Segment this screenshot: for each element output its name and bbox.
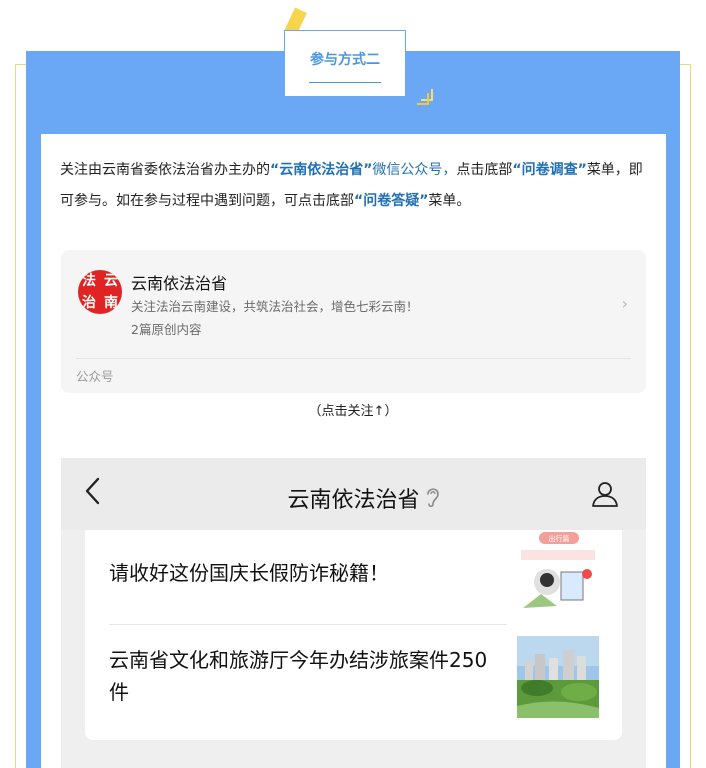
account-logo: 法 云 治 南 [78, 270, 122, 314]
corner-decoration [417, 93, 429, 105]
official-account-card[interactable]: 法 云 治 南 云南依法治省 关注法治云南建设，共筑法治社会，增色七彩云南！ 2… [61, 250, 646, 393]
intro-paragraph: 关注由云南省委依法治省办主办的“云南依法治省”微信公众号，点击底部“问卷调查” 菜… [60, 155, 650, 217]
logo-char: 南 [104, 295, 118, 311]
account-description: 关注法治云南建设，共筑法治社会，增色七彩云南！ [131, 299, 419, 314]
section-tab-label: 参与方式二 [310, 52, 380, 68]
follow-caption: （点击关注↑） [308, 404, 398, 419]
menu-faq-highlight: “问卷答疑” [354, 193, 429, 209]
phone-title: 云南依法治省 [287, 488, 420, 513]
intro-text-2: 微信公众号， [372, 162, 457, 178]
article-list: 请收好这份国庆长假防诈秘籍！ 出行篇 云南省文化和旅游厅今年办结涉旅案件250件 [85, 530, 622, 740]
section-tab: 参与方式二 [284, 30, 406, 97]
phone-header: 云南依法治省 [61, 458, 646, 530]
original-content-count: 2篇原创内容 [131, 322, 202, 337]
menu-survey-highlight: “问卷调查” [512, 162, 587, 178]
intro-text-5: 菜单。 [428, 193, 471, 209]
article-divider [109, 624, 507, 625]
logo-char: 法 [82, 273, 96, 289]
account-type-label: 公众号 [76, 369, 114, 384]
account-name: 云南依法治省 [131, 274, 228, 293]
account-name-highlight: “云南依法治省” [270, 162, 373, 178]
article-thumbnail-1[interactable]: 出行篇 [517, 530, 599, 612]
article-title-1[interactable]: 请收好这份国庆长假防诈秘籍！ [109, 557, 489, 589]
article-title-2[interactable]: 云南省文化和旅游厅今年办结涉旅案件250件 [109, 644, 489, 708]
intro-text-1: 关注由云南省委依法治省办主办的 [60, 162, 270, 178]
article-thumbnail-2[interactable] [517, 636, 599, 718]
intro-text-3: 点击底部 [456, 162, 513, 178]
logo-char: 治 [82, 295, 96, 311]
thumb-label: 出行篇 [549, 534, 570, 543]
section-tab-underline [309, 82, 381, 83]
chevron-right-icon: › [621, 294, 628, 313]
ear-icon[interactable] [425, 485, 441, 514]
phone-screenshot: 云南依法治省 请收好这份国庆长假防诈秘籍！ 出行篇 云南省文化和旅游厅今年办结涉… [61, 458, 646, 768]
card-divider [76, 358, 631, 359]
logo-char: 云 [104, 273, 118, 289]
person-icon[interactable] [591, 480, 619, 508]
